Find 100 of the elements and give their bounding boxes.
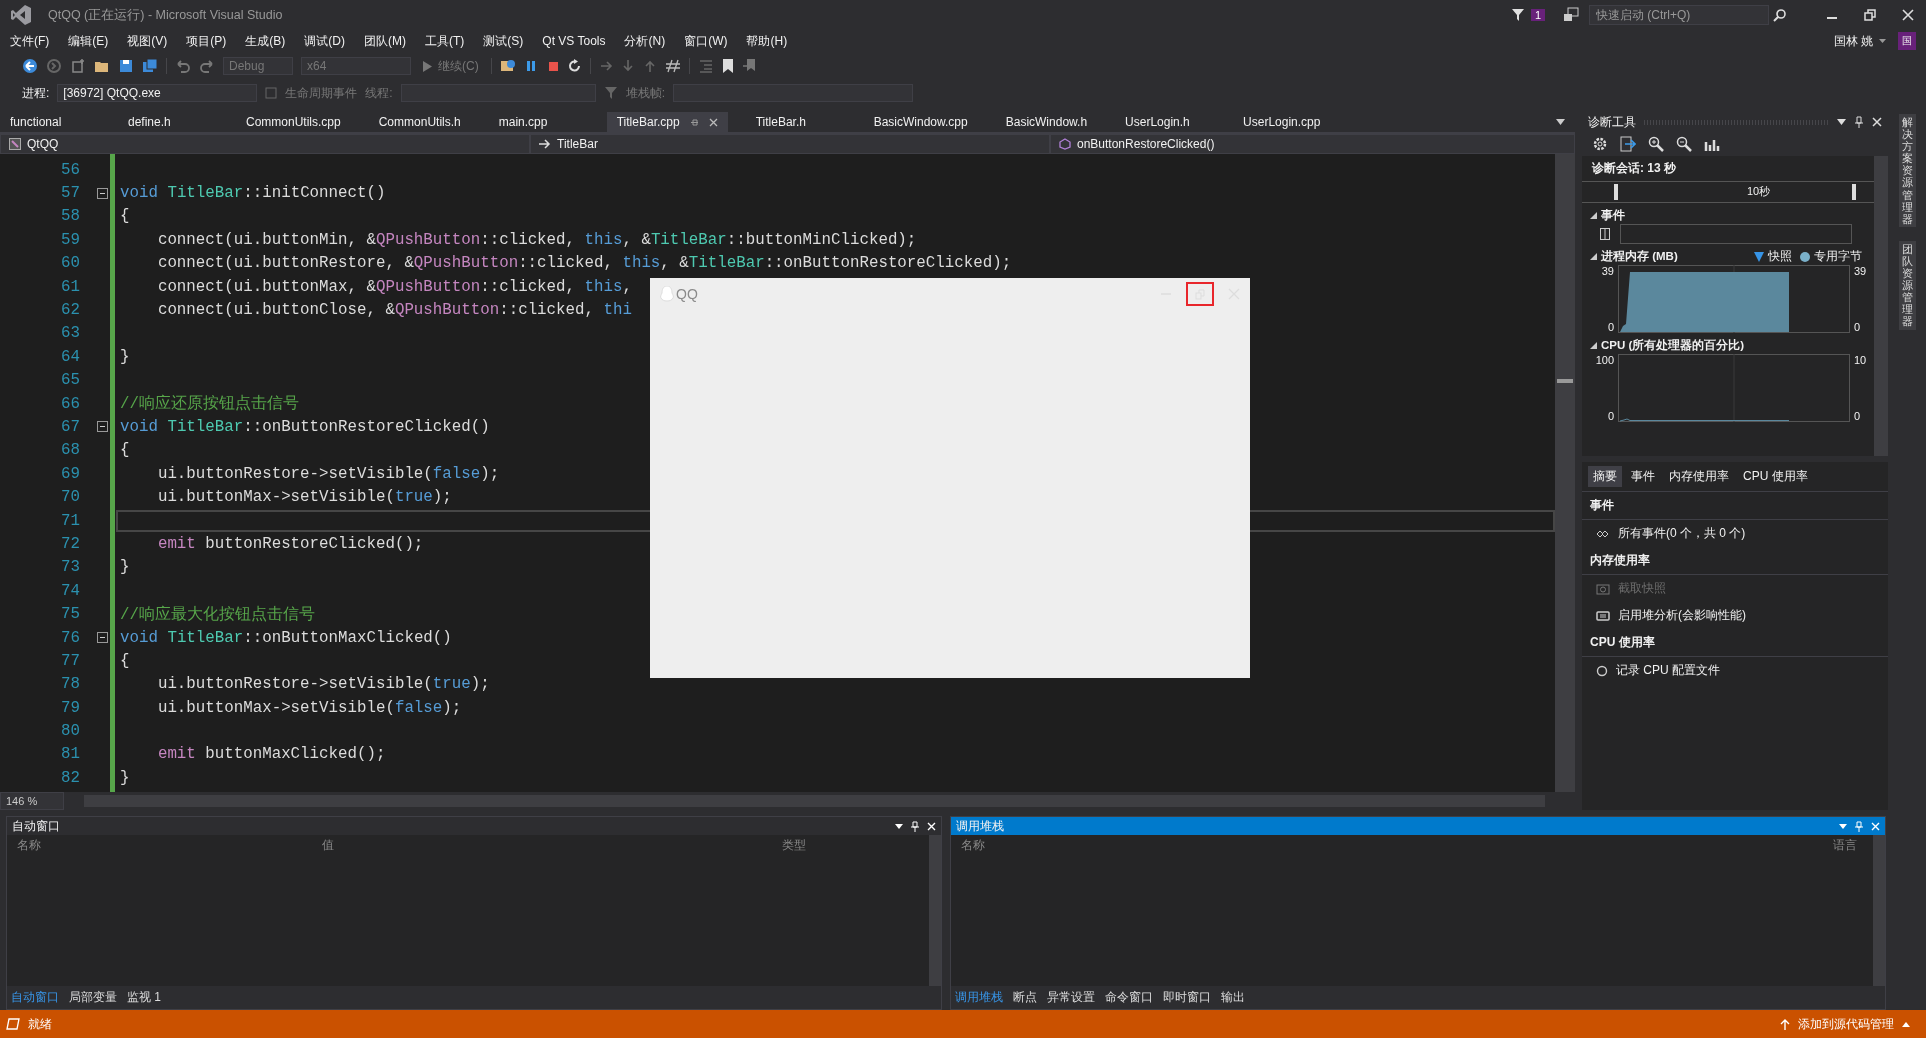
pin-icon[interactable] <box>1854 116 1864 128</box>
file-tab[interactable]: UserLogin.h <box>1115 112 1216 132</box>
avatar[interactable]: 国 <box>1898 32 1916 50</box>
menu-item[interactable]: 调试(D) <box>304 32 356 50</box>
tab[interactable]: 事件 <box>1626 466 1660 487</box>
bookmark-icon[interactable] <box>721 59 734 73</box>
tab[interactable]: 断点 <box>1013 989 1037 1006</box>
file-tab[interactable]: BasicWindow.cpp <box>863 112 978 132</box>
tab[interactable]: 监视 1 <box>127 989 161 1006</box>
export-icon[interactable] <box>1620 136 1636 152</box>
menu-item[interactable]: 项目(P) <box>186 32 238 50</box>
file-tab[interactable]: UserLogin.cpp <box>1233 112 1334 132</box>
save-all-icon[interactable] <box>142 58 158 74</box>
line-number: 73 <box>60 558 80 577</box>
restore-icon[interactable] <box>1864 9 1876 21</box>
timeline-ruler[interactable]: 10秒 <box>1582 181 1874 203</box>
expander-icon[interactable] <box>1590 253 1597 260</box>
scope-dropdown[interactable]: TitleBar <box>530 134 1050 154</box>
close-icon[interactable] <box>1872 117 1882 127</box>
menu-item[interactable]: 测试(S) <box>483 32 535 50</box>
close-icon[interactable] <box>1902 9 1914 21</box>
member-dropdown[interactable]: onButtonRestoreClicked() <box>1050 134 1575 154</box>
tab[interactable]: 摘要 <box>1588 466 1622 487</box>
vertical-scrollbar[interactable] <box>1874 156 1888 456</box>
vertical-scrollbar[interactable] <box>1873 835 1885 986</box>
zoom-dropdown[interactable]: 146 % <box>0 792 64 810</box>
action-link[interactable]: 所有事件(0 个，共 0 个) <box>1582 520 1888 547</box>
restore-button[interactable] <box>1186 282 1214 306</box>
tab[interactable]: 调用堆栈 <box>955 989 1003 1006</box>
settings-icon[interactable] <box>1592 136 1608 152</box>
quick-launch-field[interactable]: 快速启动 (Ctrl+Q) <box>1589 5 1769 25</box>
column-header[interactable]: 类型 <box>782 837 882 851</box>
pause-icon[interactable] <box>1600 228 1610 240</box>
action-link[interactable]: 启用堆分析(会影响性能) <box>1582 602 1888 629</box>
filter-icon[interactable] <box>1510 8 1525 22</box>
caret-icon[interactable] <box>895 823 903 829</box>
collapse-icon[interactable] <box>97 421 108 433</box>
column-header[interactable]: 名称 <box>961 837 1833 851</box>
file-tab[interactable]: main.cpp <box>488 112 589 132</box>
side-tab[interactable]: 团队资源管理器 <box>1898 240 1916 330</box>
back-icon[interactable] <box>22 58 38 74</box>
vertical-scrollbar[interactable] <box>1555 154 1575 792</box>
step-over-icon[interactable] <box>598 59 613 73</box>
tab[interactable]: CPU 使用率 <box>1738 466 1813 487</box>
menu-item[interactable]: 工具(T) <box>425 32 476 50</box>
bookmark-nav-icon[interactable] <box>741 59 758 73</box>
expander-icon[interactable] <box>1590 342 1597 349</box>
user-name[interactable]: 国林 姚 <box>1833 32 1873 50</box>
menu-item[interactable]: Qt VS Tools <box>542 34 617 48</box>
caret-icon[interactable] <box>1556 119 1565 125</box>
tab[interactable]: 局部变量 <box>69 989 117 1006</box>
tab[interactable]: 内存使用率 <box>1664 466 1734 487</box>
section-title: 事件 <box>1582 492 1888 520</box>
vertical-scrollbar[interactable] <box>929 835 941 986</box>
feedback-icon[interactable] <box>1563 7 1579 23</box>
redo-icon[interactable] <box>199 58 215 74</box>
tab[interactable]: 输出 <box>1221 989 1245 1006</box>
menu-item[interactable]: 编辑(E) <box>68 32 120 50</box>
zoom-out-icon[interactable] <box>1676 136 1692 152</box>
side-tab[interactable]: 解决方案资源管理器 <box>1898 114 1916 227</box>
file-tab[interactable]: CommonUtils.h <box>368 112 471 132</box>
file-tab[interactable]: TitleBar.h <box>745 112 846 132</box>
menu-item[interactable]: 窗口(W) <box>684 32 739 50</box>
menu-item[interactable]: 文件(F) <box>10 32 61 50</box>
code-line: ui.buttonRestore->setVisible(false); <box>157 464 500 483</box>
menu-item[interactable]: 生成(B) <box>245 32 297 50</box>
zoom-in-icon[interactable] <box>1648 136 1664 152</box>
caret-icon[interactable] <box>1837 119 1846 125</box>
new-project-icon[interactable] <box>70 58 86 74</box>
project-dropdown[interactable]: QtQQ <box>0 134 530 154</box>
column-header[interactable]: 语言 <box>1833 837 1863 851</box>
code-line: void TitleBar::initConnect() <box>120 184 386 203</box>
collapse-icon[interactable] <box>97 632 108 643</box>
tab[interactable]: 自动窗口 <box>11 989 59 1006</box>
file-tab[interactable]: CommonUtils.cpp <box>236 112 351 132</box>
source-control-button[interactable]: 添加到源代码管理 <box>1798 1015 1894 1033</box>
menu-item[interactable]: 分析(N) <box>624 32 677 50</box>
notification-badge[interactable]: 1 <box>1530 9 1545 21</box>
undo-icon[interactable] <box>175 58 191 74</box>
column-header[interactable]: 名称 <box>17 837 322 851</box>
menu-item[interactable]: 帮助(H) <box>746 32 799 50</box>
menu-item[interactable]: 视图(V) <box>127 32 179 50</box>
process-icon[interactable] <box>499 58 516 74</box>
collapse-icon[interactable] <box>97 187 108 199</box>
tab[interactable]: 即时窗口 <box>1163 989 1211 1006</box>
forward-icon[interactable] <box>46 58 62 74</box>
file-tab[interactable]: BasicWindow.h <box>995 112 1098 132</box>
save-icon[interactable] <box>118 58 134 74</box>
hex-display-icon[interactable] <box>664 58 681 74</box>
step-into-icon[interactable] <box>620 59 635 73</box>
column-header[interactable]: 值 <box>322 837 782 851</box>
tab[interactable]: 异常设置 <box>1047 989 1095 1006</box>
tab[interactable]: 命令窗口 <box>1105 989 1153 1006</box>
menu-item[interactable]: 团队(M) <box>364 32 417 50</box>
action-link[interactable]: 记录 CPU 配置文件 <box>1582 657 1888 684</box>
file-tab[interactable]: define.h <box>118 112 218 132</box>
file-tab[interactable]: functional <box>0 112 100 132</box>
process-dropdown[interactable]: [36972] QtQQ.exe <box>57 84 258 102</box>
expander-icon[interactable] <box>1590 212 1597 219</box>
restart-icon[interactable] <box>567 59 582 73</box>
